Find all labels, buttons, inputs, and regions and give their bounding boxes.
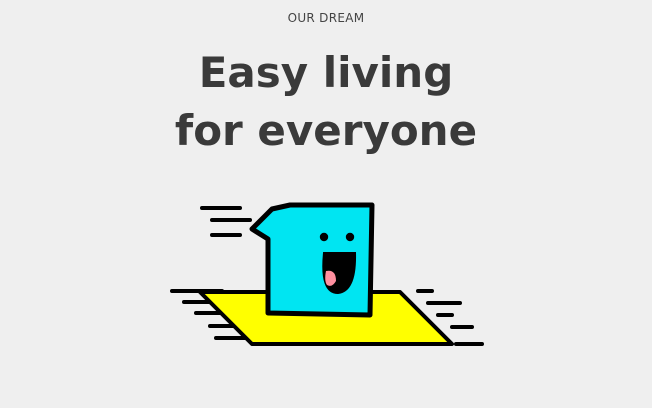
hero-headline: Easy living for everyone bbox=[0, 44, 652, 160]
flying-carpet-mascot-icon bbox=[170, 202, 484, 346]
section-eyebrow: OUR DREAM bbox=[287, 11, 365, 25]
headline-line-2: for everyone bbox=[174, 106, 478, 155]
eye-icon bbox=[319, 232, 329, 242]
headline-line-1: Easy living bbox=[198, 48, 454, 97]
eye-icon bbox=[345, 232, 355, 242]
